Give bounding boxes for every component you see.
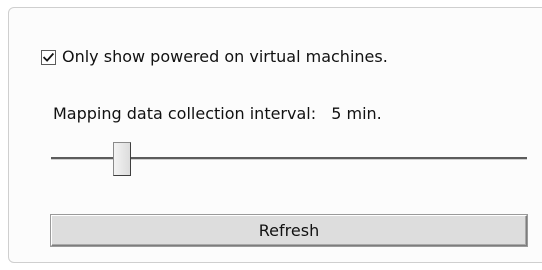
mapping-interval-label: Mapping data collection interval: <box>53 104 317 123</box>
settings-panel: Only show powered on virtual machines. M… <box>8 7 542 263</box>
powered-on-checkbox-label[interactable]: Only show powered on virtual machines. <box>62 46 388 68</box>
refresh-button[interactable]: Refresh <box>51 215 527 246</box>
mapping-interval-slider[interactable] <box>51 140 527 180</box>
mapping-interval-value: 5 min. <box>331 104 382 123</box>
powered-on-checkbox[interactable] <box>41 49 56 65</box>
checkmark-icon <box>42 52 55 62</box>
mapping-interval-row: Mapping data collection interval: 5 min. <box>53 103 382 125</box>
powered-on-filter-row[interactable]: Only show powered on virtual machines. <box>41 46 388 68</box>
slider-thumb[interactable] <box>113 142 131 176</box>
